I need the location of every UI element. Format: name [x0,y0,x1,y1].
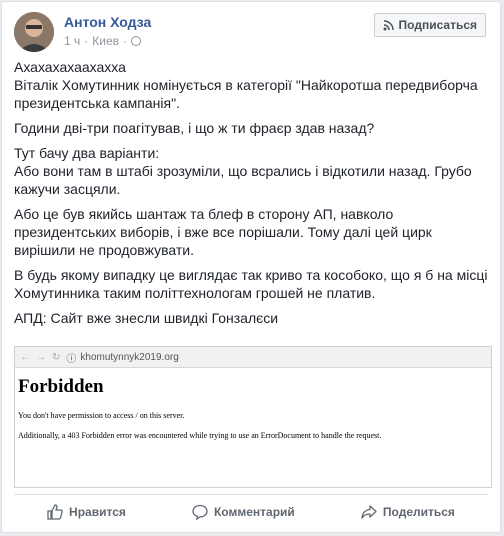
post-time[interactable]: 1 ч [64,34,80,48]
address-bar: ⓘ khomutynnyk2019.org [66,350,178,365]
comment-button[interactable]: Комментарий [192,504,295,520]
avatar-image [14,12,54,52]
reload-icon: ↻ [52,351,61,363]
subscribe-button[interactable]: Подписаться [373,13,486,37]
post-meta: 1 ч · Киев · [64,34,142,48]
thumbs-up-icon [47,504,63,520]
info-icon: ⓘ [66,353,77,365]
meta-separator: · [84,34,89,48]
share-arrow-icon [361,505,377,519]
share-label: Поделиться [382,505,455,519]
comment-label: Комментарий [213,505,295,519]
post-text: Ахахахахаахахха Віталік Хомутинник номін… [14,58,494,334]
post-paragraph: Ахахахахаахахха Віталік Хомутинник номін… [14,59,478,111]
like-button[interactable]: Нравится [47,504,126,520]
post-paragraph: Тут бачу два варіанти: Або вони там в шт… [14,145,472,197]
avatar[interactable] [14,12,54,52]
action-bar: Нравится Комментарий Поделиться [14,496,488,528]
rss-icon [383,19,394,30]
post-location[interactable]: Киев [92,34,119,48]
browser-toolbar: ← → ↻ ⓘ khomutynnyk2019.org [15,347,491,368]
author-name[interactable]: Антон Ходза [64,14,151,30]
like-label: Нравится [69,505,126,519]
forward-icon: → [36,351,46,363]
url-text: khomutynnyk2019.org [80,351,179,363]
forbidden-title: Forbidden [18,376,104,397]
action-divider [14,494,488,495]
post-paragraph: Або це був якийсь шантаж та блеф в сторо… [14,206,432,258]
globe-icon [131,36,142,46]
forbidden-message: You don't have permission to access / on… [18,411,185,420]
post-card: Антон Ходза 1 ч · Киев · Подписаться Аха… [1,1,501,533]
share-button[interactable]: Поделиться [361,504,455,520]
meta-separator: · [123,34,128,48]
speech-bubble-icon [192,504,208,520]
post-paragraph: Години дві-три поагітував, і що ж ти фра… [14,120,375,136]
forbidden-detail: Additionally, a 403 Forbidden error was … [18,431,382,440]
post-paragraph: В будь якому випадку це виглядає так кри… [14,267,488,301]
subscribe-label: Подписаться [398,18,477,32]
back-icon: ← [20,351,30,363]
post-paragraph: АПД: Сайт вже знесли швидкі Гонзалєси [14,310,279,326]
attached-screenshot[interactable]: ← → ↻ ⓘ khomutynnyk2019.org Forbidden Yo… [14,346,492,488]
